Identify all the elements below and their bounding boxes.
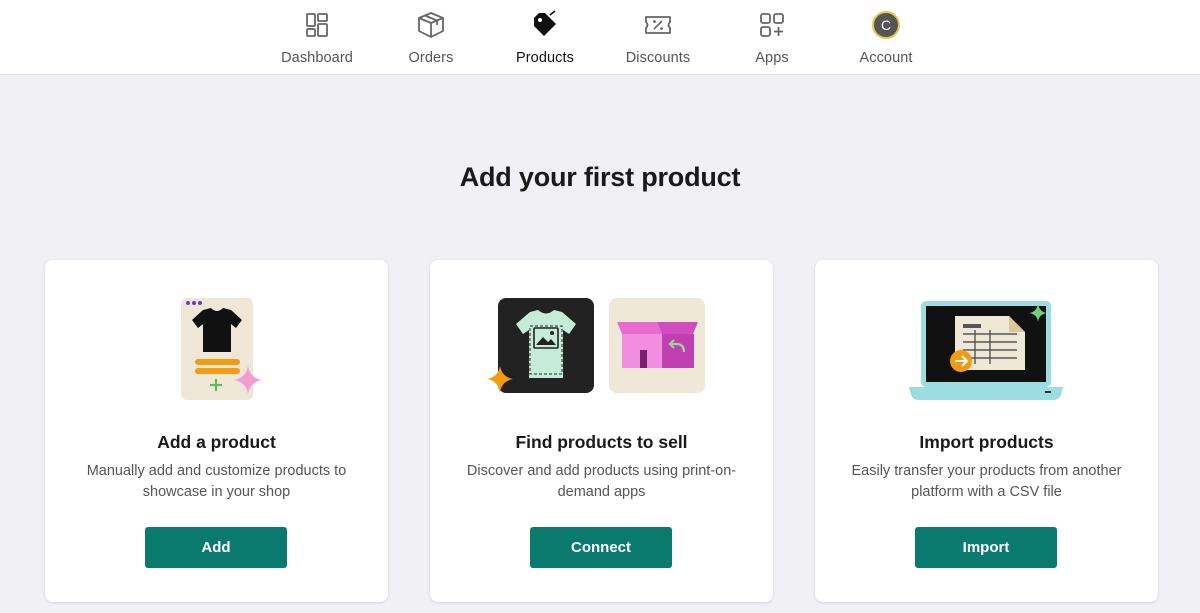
card-description: Easily transfer your products from anoth… [851, 463, 1122, 500]
top-navigation: Dashboard Orders Products Discounts Apps… [0, 0, 1200, 75]
nav-dashboard[interactable]: Dashboard [262, 8, 372, 68]
card-description: Manually add and customize products to s… [86, 463, 347, 500]
card-import-products: Import products Easily transfer your pro… [815, 260, 1158, 602]
nav-products-label: Products [515, 50, 575, 66]
orders-box-icon [418, 12, 444, 38]
nav-discounts[interactable]: Discounts [603, 8, 713, 68]
import-button[interactable]: Import [915, 527, 1057, 568]
avatar: C [872, 11, 900, 39]
apps-grid-icon [760, 13, 784, 37]
nav-account-label: Account [859, 50, 913, 66]
nav-products[interactable]: Products [490, 8, 600, 68]
find-products-illustration [487, 298, 705, 393]
nav-account[interactable]: C Account [831, 8, 941, 68]
nav-apps-label: Apps [755, 50, 789, 66]
card-title: Find products to sell [515, 432, 688, 452]
page-title: Add your first product [459, 162, 741, 192]
nav-dashboard-label: Dashboard [281, 50, 353, 66]
dashboard-icon [306, 13, 328, 37]
products-tag-icon [534, 10, 556, 36]
add-button[interactable]: Add [145, 527, 287, 568]
card-description: Discover and add products using print-on… [466, 463, 737, 500]
import-products-illustration [909, 301, 1063, 400]
card-title: Import products [919, 432, 1054, 452]
add-product-illustration [181, 298, 262, 400]
discounts-ticket-icon [645, 16, 671, 34]
card-add-product: Add a product Manually add and customize… [45, 260, 388, 602]
nav-apps[interactable]: Apps [717, 8, 827, 68]
nav-orders[interactable]: Orders [376, 8, 486, 68]
nav-discounts-label: Discounts [625, 50, 691, 66]
nav-orders-label: Orders [408, 50, 454, 66]
card-title: Add a product [157, 432, 276, 452]
connect-button[interactable]: Connect [530, 527, 672, 568]
card-find-products: Find products to sell Discover and add p… [430, 260, 773, 602]
